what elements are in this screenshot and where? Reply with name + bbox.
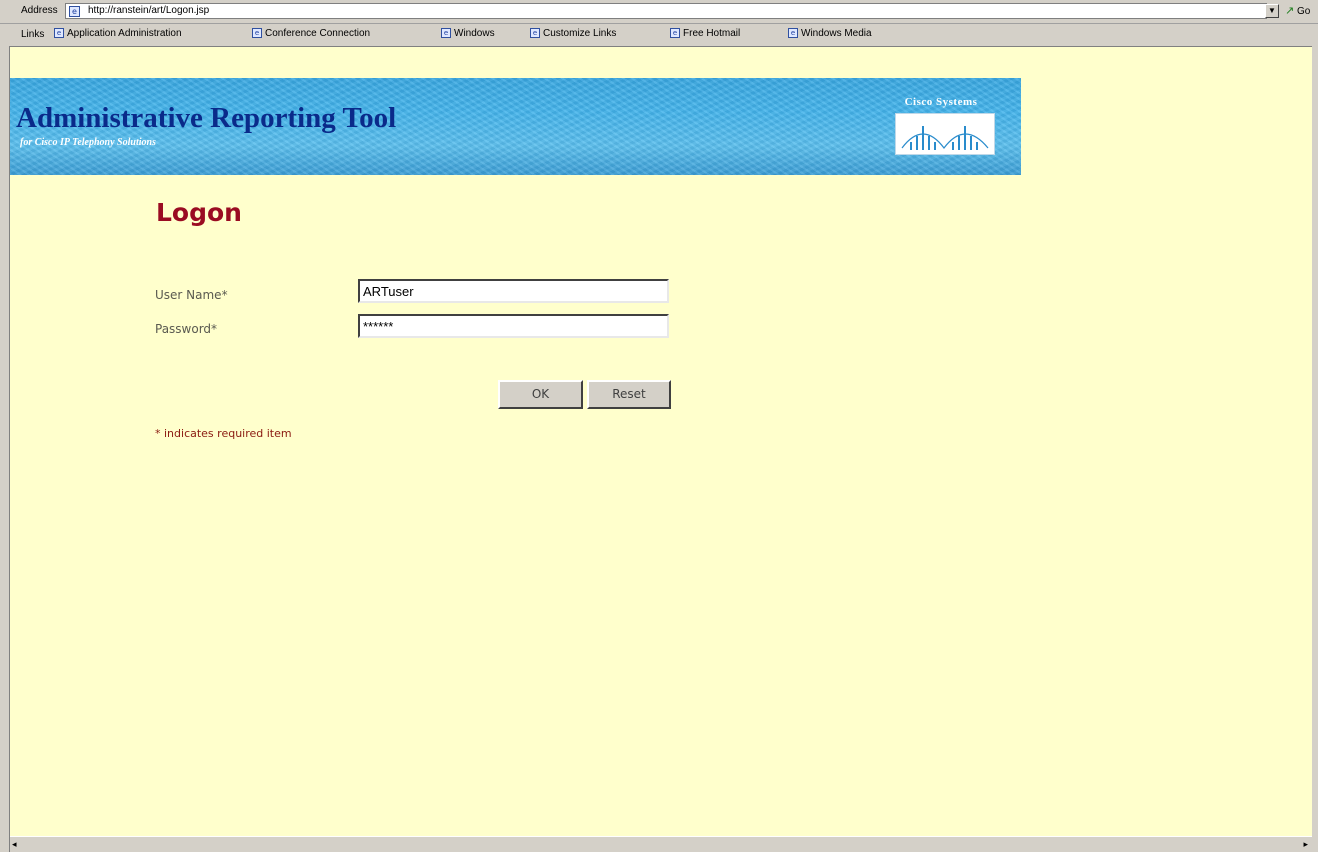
ok-button[interactable]: OK xyxy=(498,380,583,409)
page-icon: e xyxy=(788,28,798,39)
username-field[interactable] xyxy=(358,279,669,303)
go-button[interactable]: ↗ Go xyxy=(1285,4,1310,17)
link-customize-links[interactable]: e Customize Links xyxy=(530,28,616,39)
link-application-administration[interactable]: e Application Administration xyxy=(54,28,182,39)
links-bar: Links e Application Administration e Confe… xyxy=(0,24,1318,47)
banner-title: Administrative Reporting Tool xyxy=(16,102,397,134)
page-content: Administrative Reporting Tool for Cisco … xyxy=(10,78,1312,836)
horizontal-scrollbar[interactable]: ◂ ▸ xyxy=(10,836,1312,852)
window-left-border xyxy=(0,46,10,852)
header-banner: Administrative Reporting Tool for Cisco … xyxy=(10,78,1021,175)
password-field[interactable] xyxy=(358,314,669,338)
password-label: Password* xyxy=(155,322,218,336)
address-dropdown-icon[interactable]: ▼ xyxy=(1265,4,1279,18)
required-note: * indicates required item xyxy=(155,427,292,440)
page-icon: e xyxy=(54,28,64,39)
page-title: Logon xyxy=(156,198,242,227)
scroll-right-icon[interactable]: ▸ xyxy=(1303,839,1308,850)
go-label: Go xyxy=(1297,6,1311,17)
address-bar: Address e http://ranstein/art/Logon.jsp … xyxy=(0,0,1318,24)
reset-button[interactable]: Reset xyxy=(587,380,671,409)
link-free-hotmail[interactable]: e Free Hotmail xyxy=(670,28,740,39)
banner-subtitle: for Cisco IP Telephony Solutions xyxy=(20,137,156,148)
address-field[interactable]: e http://ranstein/art/Logon.jsp xyxy=(65,3,1267,19)
username-label: User Name* xyxy=(155,288,228,302)
link-windows[interactable]: e Windows xyxy=(441,28,495,39)
go-arrow-icon: ↗ xyxy=(1285,4,1295,17)
browser-window: Address e http://ranstein/art/Logon.jsp … xyxy=(0,0,1318,852)
page-icon: e xyxy=(530,28,540,39)
cisco-bridge-icon xyxy=(895,113,995,155)
page-icon: e xyxy=(670,28,680,39)
window-right-border xyxy=(1312,46,1318,852)
links-label: Links xyxy=(21,29,45,40)
address-url[interactable]: http://ranstein/art/Logon.jsp xyxy=(88,5,209,16)
address-label: Address xyxy=(21,5,58,16)
scroll-left-icon[interactable]: ◂ xyxy=(12,839,17,850)
cisco-logo-text: Cisco Systems xyxy=(904,96,978,108)
page-top-area xyxy=(10,47,1312,78)
page-icon: e xyxy=(252,28,262,39)
page-icon: e xyxy=(69,6,80,17)
cisco-logo: Cisco Systems xyxy=(885,96,997,158)
link-conference-connection[interactable]: e Conference Connection xyxy=(252,28,370,39)
page-icon: e xyxy=(441,28,451,39)
link-windows-media[interactable]: e Windows Media xyxy=(788,28,872,39)
